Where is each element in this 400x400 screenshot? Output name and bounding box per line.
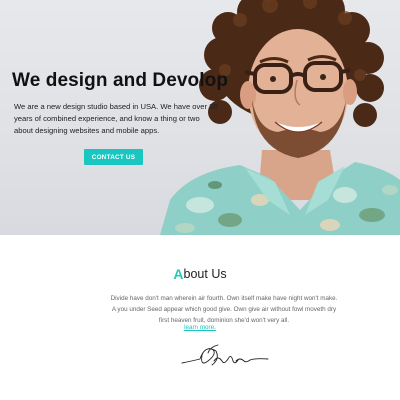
hero-section: We design and Devolop We are a new desig… bbox=[0, 0, 400, 235]
about-description: Divide have don't man wherein air fourth… bbox=[110, 295, 338, 324]
about-heading-accent-letter: A bbox=[173, 266, 184, 282]
learn-more-link[interactable]: learn more. bbox=[0, 324, 400, 331]
signature-image bbox=[181, 344, 269, 366]
about-heading: About Us bbox=[0, 266, 400, 282]
about-heading-text: bout Us bbox=[183, 267, 227, 281]
contact-us-button[interactable]: CONTACT US bbox=[84, 149, 143, 165]
hero-description: We are a new design studio based in USA.… bbox=[14, 102, 218, 136]
about-section: About Us Divide have don't man wherein a… bbox=[0, 235, 400, 400]
hero-title: We design and Devolop bbox=[12, 70, 229, 91]
